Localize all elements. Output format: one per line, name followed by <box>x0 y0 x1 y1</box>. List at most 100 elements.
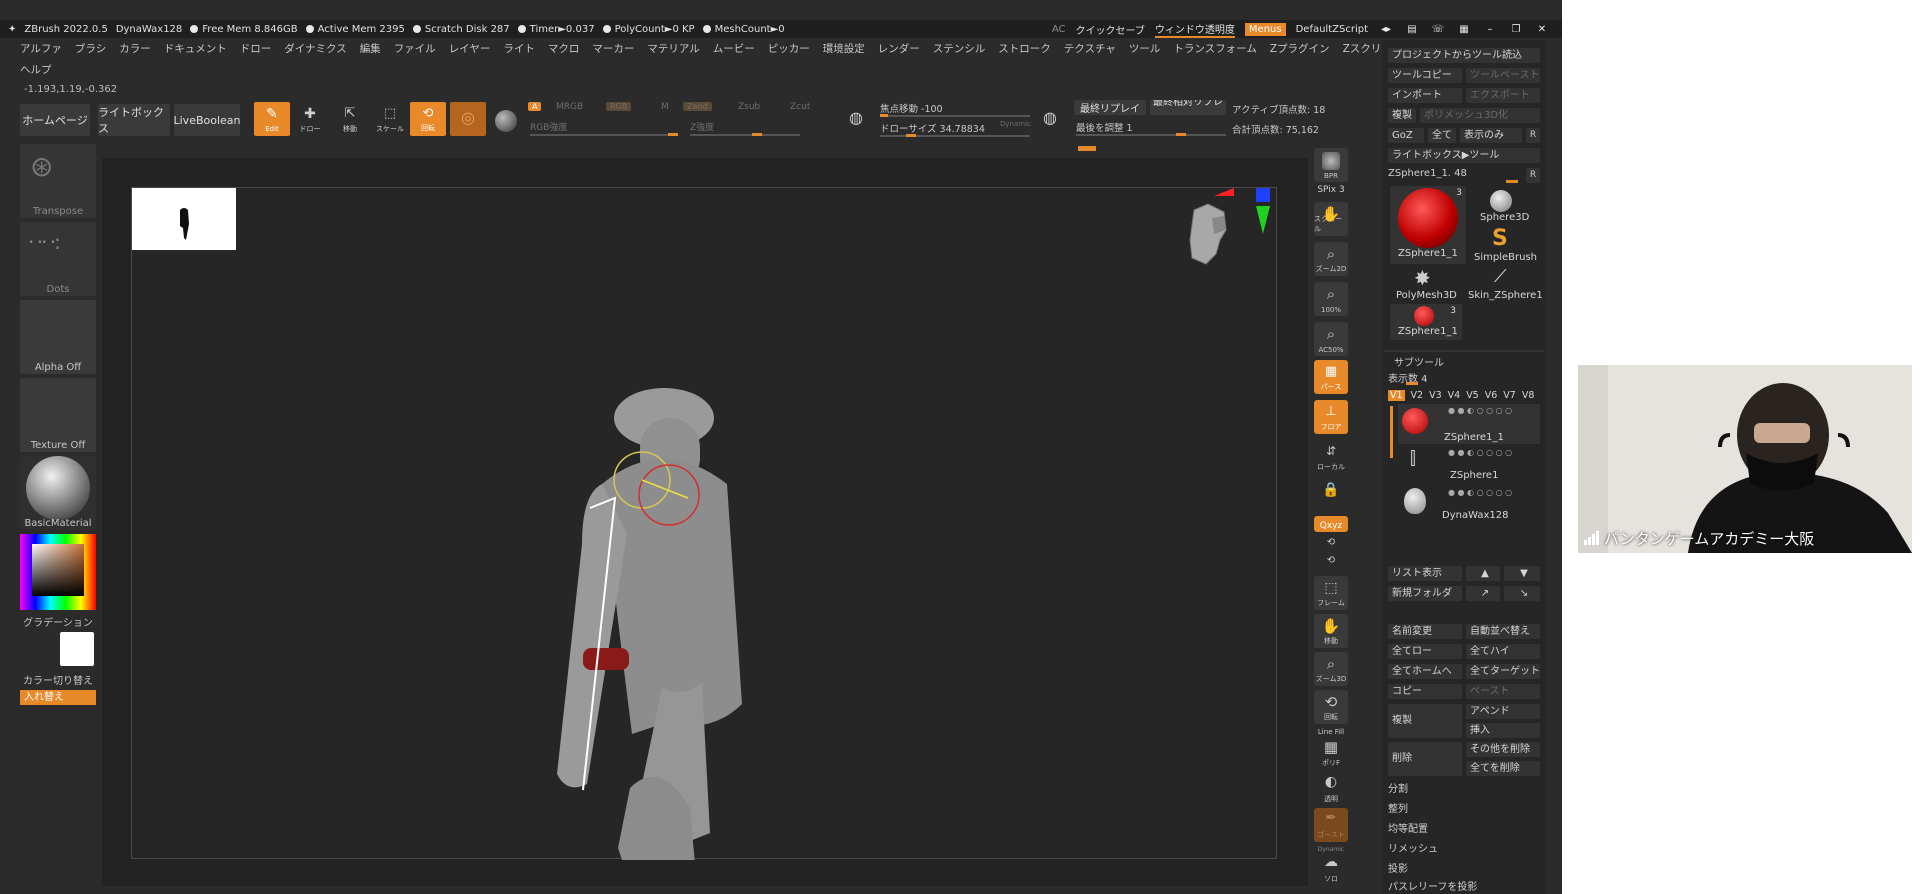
auto-reorder-button[interactable]: 自動並べ替え <box>1466 624 1540 639</box>
menu-movie[interactable]: ムービー <box>713 41 755 56</box>
z-intensity-slider[interactable] <box>690 134 800 136</box>
rgb-button[interactable]: RGB <box>606 102 632 111</box>
s-focal-button[interactable]: ◍ <box>842 104 870 138</box>
import-button[interactable]: インポート <box>1388 88 1462 103</box>
menu-macro[interactable]: マクロ <box>548 41 580 56</box>
quicksave-button[interactable]: クイックセーブ <box>1076 22 1145 37</box>
menu-render[interactable]: レンダー <box>878 41 920 56</box>
move-up-button[interactable]: ▲ <box>1466 566 1500 581</box>
fold-up-button[interactable]: ↗ <box>1466 586 1500 601</box>
actual-size-button[interactable]: ⌕ 100% <box>1314 282 1348 316</box>
liveboolean-button[interactable]: LiveBoolean <box>174 104 241 136</box>
menu-marker[interactable]: マーカー <box>592 41 634 56</box>
current-tool-r-button[interactable]: R <box>1526 168 1540 183</box>
ghost-button[interactable]: ✒ ゴースト <box>1314 808 1348 842</box>
arrows-icon[interactable]: ◂▸ <box>1378 24 1394 35</box>
zadd-button[interactable]: Zadd <box>683 102 712 111</box>
half-size-button[interactable]: ⌕ AC50% <box>1314 322 1348 356</box>
fold-down-button[interactable]: ↘ <box>1504 586 1540 601</box>
zoom2d-button[interactable]: ⌕ ズーム2D <box>1314 242 1348 276</box>
all-to-home-button[interactable]: 全てホームへ <box>1388 664 1462 679</box>
edit-mode-button[interactable]: ✎ Edit <box>254 102 290 136</box>
tab-v7[interactable]: V7 <box>1503 390 1516 401</box>
swap-color-button[interactable]: 入れ替え <box>20 690 96 705</box>
tab-v6[interactable]: V6 <box>1485 390 1498 401</box>
menu-zplugin[interactable]: Zプラグイン <box>1270 41 1330 56</box>
draw-mode-button[interactable]: ✚ ドロー <box>296 102 324 136</box>
color-picker-square[interactable] <box>32 544 84 596</box>
ui-icon[interactable]: ▦ <box>1456 24 1472 35</box>
subtool-header[interactable]: サブツール <box>1394 354 1444 369</box>
tab-v8[interactable]: V8 <box>1522 390 1535 401</box>
lightbox-button[interactable]: ライトボックス <box>98 104 170 136</box>
adjust-last-handle[interactable] <box>1176 133 1186 136</box>
menus-button[interactable]: Menus <box>1244 22 1286 36</box>
rotate-view-button[interactable]: ⟲ 回転 <box>1314 690 1348 724</box>
frame-button[interactable]: ⬚ フレーム <box>1314 576 1348 610</box>
rotate-z-button[interactable]: ⟲ <box>1314 552 1348 568</box>
tab-v5[interactable]: V5 <box>1466 390 1479 401</box>
a-button[interactable]: A <box>528 102 542 111</box>
make-polymesh-button[interactable]: ポリメッシュ3D化 <box>1420 108 1540 123</box>
close-icon[interactable]: ✕ <box>1534 24 1550 35</box>
merge-menu[interactable]: 整列 <box>1388 800 1408 815</box>
move-mode-button[interactable]: ⇱ 移動 <box>336 102 364 136</box>
home-page-button[interactable]: ホームページ <box>20 104 90 136</box>
color-picker[interactable] <box>20 534 96 610</box>
subtool-row-dynawax128[interactable]: ● ● ◐ ○ ○ ○ ○ DynaWax128 <box>1398 486 1540 524</box>
list-all-button[interactable]: リスト表示 <box>1388 566 1462 581</box>
copy-tool-button[interactable]: ツールコピー <box>1388 68 1462 83</box>
tab-v3[interactable]: V3 <box>1429 390 1442 401</box>
xyz-rotate-button[interactable]: Qxyz <box>1314 516 1348 532</box>
menu-light[interactable]: ライト <box>503 41 535 56</box>
adjust-last-slider[interactable] <box>1076 134 1226 136</box>
rotate-y-button[interactable]: ⟲ <box>1314 534 1348 550</box>
new-folder-button[interactable]: 新規フォルダ <box>1388 586 1462 601</box>
project-menu[interactable]: 投影 <box>1388 860 1408 875</box>
menu-material[interactable]: マテリアル <box>647 41 699 56</box>
tab-v4[interactable]: V4 <box>1448 390 1461 401</box>
restore-icon[interactable]: ❐ <box>1508 24 1524 35</box>
menu-stroke[interactable]: ストローク <box>998 41 1051 56</box>
material-sphere-button[interactable] <box>492 102 520 136</box>
menu-texture[interactable]: テクスチャ <box>1064 41 1116 56</box>
shelf-scroll-indicator[interactable] <box>1078 146 1096 151</box>
clone-button[interactable]: 複製 <box>1388 108 1416 123</box>
minimize-icon[interactable]: – <box>1482 24 1498 35</box>
insert-button[interactable]: 挿入 <box>1466 723 1540 738</box>
menu-tool[interactable]: ツール <box>1129 41 1161 56</box>
split-menu[interactable]: 分割 <box>1388 780 1408 795</box>
extract-menu[interactable]: パスレリーフを投影 <box>1388 878 1477 893</box>
copy-subtool-button[interactable]: コピー <box>1388 684 1462 699</box>
floor-button[interactable]: ⊥ フロア <box>1314 400 1348 434</box>
scroll-button[interactable]: ✋ スクロール <box>1314 202 1348 236</box>
zsub-button[interactable]: Zsub <box>738 102 760 112</box>
delete-all-button[interactable]: 全てを削除 <box>1466 761 1540 776</box>
focal-shift-slider[interactable] <box>880 115 1030 117</box>
delete-other-button[interactable]: その他を削除 <box>1466 742 1540 757</box>
local-button[interactable]: ⇵ ローカル <box>1314 440 1348 474</box>
z-intensity-handle[interactable] <box>752 133 762 136</box>
all-to-target-button[interactable]: 全てターゲットへ <box>1466 664 1540 679</box>
goz-button[interactable]: GoZ <box>1388 128 1424 143</box>
export-button[interactable]: エクスポート <box>1466 88 1540 103</box>
menu-color[interactable]: カラー <box>119 41 151 56</box>
tab-v2[interactable]: V2 <box>1411 390 1424 401</box>
layout-icon[interactable]: ▤ <box>1404 24 1420 35</box>
paste-subtool-button[interactable]: ペースト <box>1466 684 1540 699</box>
toggle-icons[interactable]: ● ● ◐ ○ ○ ○ ○ <box>1448 488 1512 497</box>
lock-button[interactable]: 🔒 <box>1314 478 1348 512</box>
visible-count-handle[interactable] <box>1406 382 1418 385</box>
subtool-row-zsphere1-1[interactable]: ● ● ◐ ○ ○ ○ ○ ZSphere1_1 <box>1398 404 1540 444</box>
goz-r-button[interactable]: R <box>1526 128 1540 143</box>
goz-all-button[interactable]: 全て <box>1428 128 1456 143</box>
tool-thumb-zsphere1-1[interactable]: 3 ZSphere1_1 <box>1390 186 1466 264</box>
tool-thumb-polymesh3d[interactable]: ✸ PolyMesh3D <box>1390 266 1462 304</box>
tool-thumb-zsphere1-1-small[interactable]: 3 ZSphere1_1 <box>1390 304 1462 340</box>
last-replay-button[interactable]: 最終リプレイ <box>1074 100 1146 115</box>
sculptris-button[interactable]: ◎ <box>450 102 486 136</box>
subtool-row-zsphere1[interactable]: ⫿ ● ● ◐ ○ ○ ○ ○ ZSphere1 <box>1398 446 1540 484</box>
switch-color-label[interactable]: カラー切り替え <box>20 672 96 687</box>
menu-draw[interactable]: ドロー <box>240 41 272 56</box>
spix-label[interactable]: SPix 3 <box>1314 185 1348 195</box>
